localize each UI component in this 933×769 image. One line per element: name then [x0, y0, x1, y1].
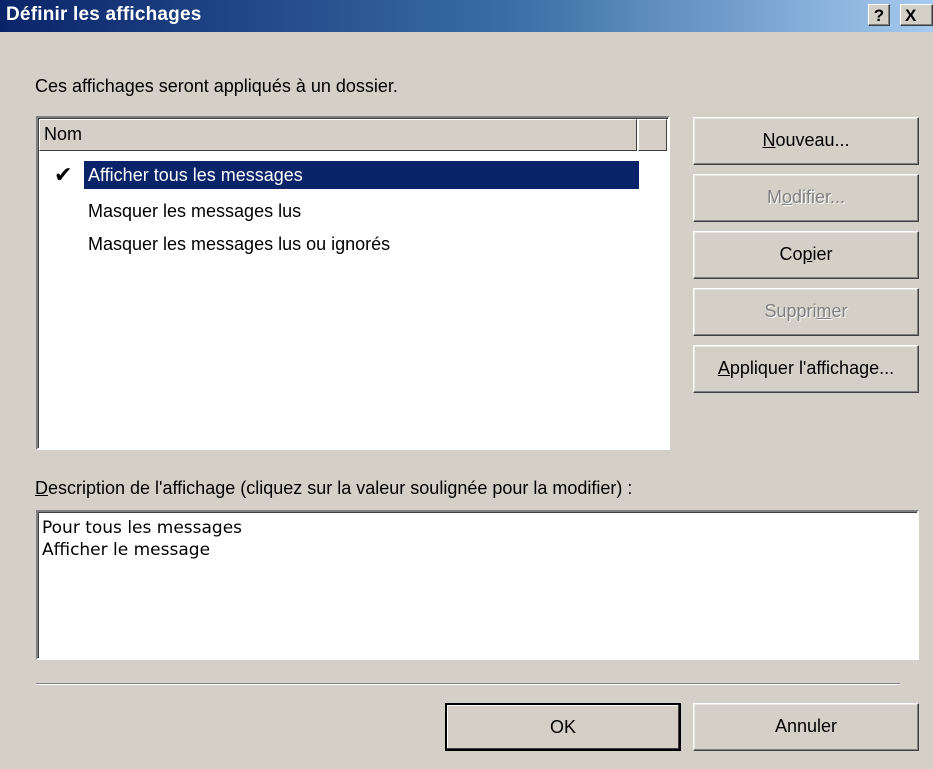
copy-label-mnemonic: p: [802, 244, 813, 264]
footer-separator: [36, 683, 900, 685]
help-icon: ?: [873, 6, 885, 25]
delete-button[interactable]: Supprimer: [693, 288, 919, 336]
delete-label-mnemonic: m: [816, 301, 832, 321]
apply-view-button[interactable]: Appliquer l'affichage...: [693, 345, 919, 393]
copy-label-post: ier: [812, 244, 833, 264]
modify-label-pre: M: [766, 187, 782, 207]
views-listbox[interactable]: Nom ✔ Afficher tous les messages Masquer…: [36, 116, 670, 450]
list-item-view-1[interactable]: ✔ Afficher tous les messages: [40, 161, 640, 189]
close-button[interactable]: X: [900, 4, 933, 26]
description-line-2: Afficher le message: [42, 540, 211, 560]
apply-label-post: ppliquer l'affichage...: [729, 358, 895, 378]
apply-label-mnemonic: A: [717, 358, 730, 378]
ok-button[interactable]: OK: [445, 703, 681, 751]
new-label-mnemonic: N: [762, 130, 776, 150]
description-label-mnemonic: D: [35, 478, 48, 498]
title-bar[interactable]: Définir les affichages ? X: [0, 0, 933, 32]
delete-label-post: er: [831, 301, 848, 321]
cancel-button[interactable]: Annuler: [693, 703, 919, 751]
list-item-view-3[interactable]: Masquer les messages lus ou ignorés: [40, 230, 640, 258]
column-header-label: Nom: [44, 124, 83, 144]
copy-button[interactable]: Copier: [693, 231, 919, 279]
new-button[interactable]: Nouveau...: [693, 117, 919, 165]
description-line-1: Pour tous les messages: [42, 518, 243, 538]
ok-label: OK: [549, 717, 576, 737]
close-icon: X: [905, 6, 917, 25]
description-box[interactable]: Pour tous les messages Afficher le messa…: [36, 510, 919, 660]
cancel-label: Annuler: [774, 716, 838, 736]
help-button[interactable]: ?: [868, 4, 890, 26]
list-item-label: Afficher tous les messages: [84, 161, 639, 189]
description-label: Description de l'affichage (cliquez sur …: [35, 478, 632, 499]
checkmark-icon: ✔: [54, 162, 73, 187]
column-header-filler: [638, 119, 667, 151]
new-label-post: ouveau...: [775, 130, 850, 150]
column-header-name[interactable]: Nom: [39, 119, 637, 151]
list-item-view-2[interactable]: Masquer les messages lus: [40, 197, 640, 225]
copy-label-pre: Co: [779, 244, 803, 264]
intro-text: Ces affichages seront appliqués à un dos…: [35, 76, 398, 96]
description-label-text: escription de l'affichage (cliquez sur l…: [48, 478, 633, 498]
list-item-label: Masquer les messages lus: [88, 201, 302, 221]
modify-label-post: difier...: [791, 187, 846, 207]
window-title: Définir les affichages: [6, 4, 202, 25]
modify-button[interactable]: Modifier...: [693, 174, 919, 222]
delete-label-pre: Suppri: [764, 301, 817, 321]
list-item-label: Masquer les messages lus ou ignorés: [88, 234, 391, 254]
modify-label-mnemonic: o: [781, 187, 792, 207]
